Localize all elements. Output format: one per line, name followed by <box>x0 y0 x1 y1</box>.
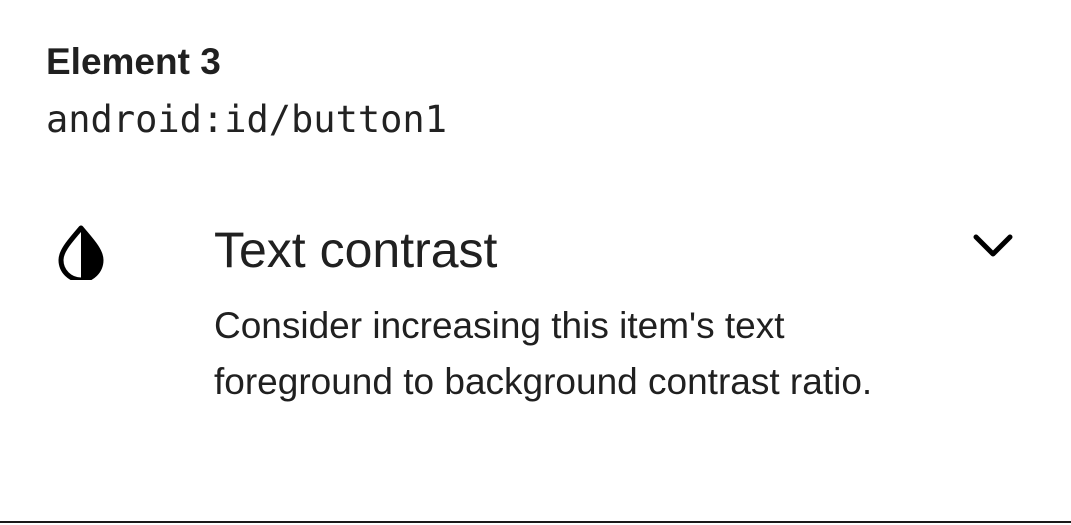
contrast-drop-icon <box>56 224 106 283</box>
chevron-down-icon[interactable] <box>966 224 1020 268</box>
accessibility-check-item[interactable]: Text contrast Consider increasing this i… <box>0 210 1071 490</box>
element-title: Element 3 <box>46 41 221 82</box>
check-title: Text contrast <box>214 222 498 278</box>
check-description: Consider increasing this item's text for… <box>214 305 873 402</box>
divider <box>0 521 1071 523</box>
element-resource-id: android:id/button1 <box>46 98 447 141</box>
